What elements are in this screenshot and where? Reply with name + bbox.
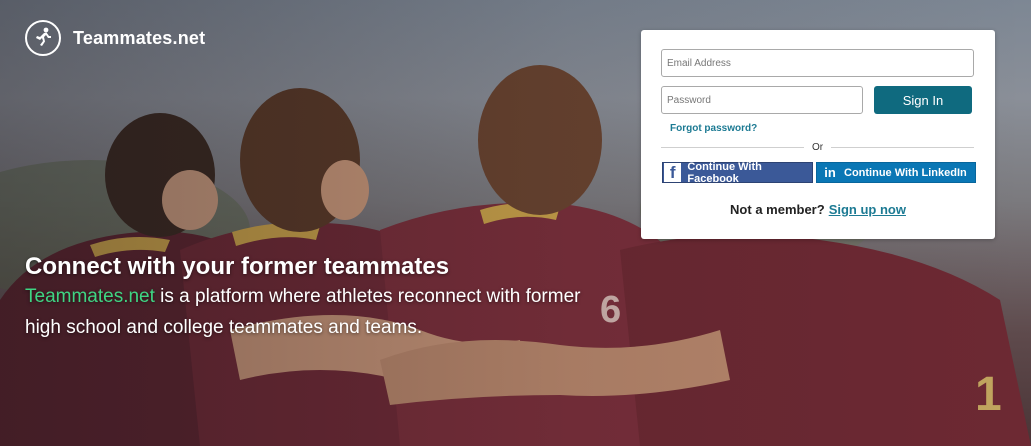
divider-line: [661, 146, 804, 148]
divider-line: [831, 146, 975, 148]
signup-prompt: Not a member? Sign up now: [641, 202, 995, 217]
forgot-password-link[interactable]: Forgot password?: [670, 123, 757, 134]
linkedin-login-button[interactable]: in Continue With LinkedIn: [816, 162, 976, 183]
member-prompt: Not a member?: [730, 202, 825, 217]
or-divider: Or: [661, 140, 975, 154]
linkedin-icon: in: [824, 165, 836, 180]
runner-icon: [25, 20, 61, 56]
login-card: Sign In Forgot password? Or f Continue W…: [641, 30, 995, 239]
brand-highlight: Teammates.net: [25, 286, 155, 307]
linkedin-label: Continue With LinkedIn: [844, 166, 967, 179]
email-field[interactable]: [661, 49, 974, 77]
hero-headline: Connect with your former teammates: [25, 253, 450, 280]
site-logo[interactable]: Teammates.net: [25, 20, 205, 56]
hero-text: Connect with your former teammates Teamm…: [25, 253, 615, 343]
or-label: Or: [811, 141, 824, 153]
sign-in-button[interactable]: Sign In: [874, 86, 972, 114]
hero-description: Teammates.net is a platform where athlet…: [25, 281, 615, 343]
facebook-label: Continue With Facebook: [687, 160, 762, 185]
sign-up-link[interactable]: Sign up now: [829, 202, 906, 217]
site-name: Teammates.net: [73, 27, 206, 48]
facebook-login-button[interactable]: f Continue With Facebook: [662, 160, 813, 185]
password-field[interactable]: [661, 86, 863, 114]
facebook-icon: f: [664, 163, 682, 182]
